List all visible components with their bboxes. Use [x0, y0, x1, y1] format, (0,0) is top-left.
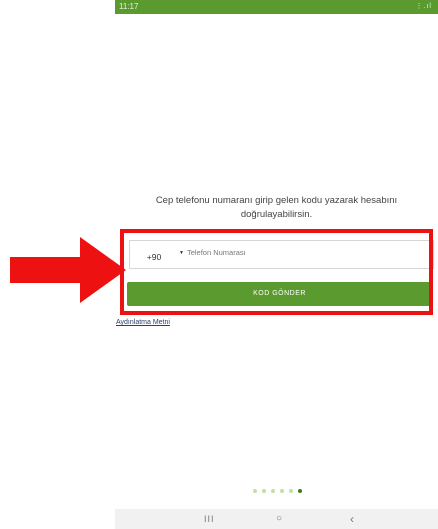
pagination-dot: [262, 489, 266, 493]
pagination-dot: [271, 489, 275, 493]
disclosure-text-link[interactable]: Aydınlatma Metni: [116, 319, 170, 326]
send-code-button[interactable]: KOD GÖNDER: [127, 282, 432, 306]
pagination-dot: [280, 489, 284, 493]
status-time: 11:17: [119, 2, 139, 11]
android-nav-bar: III ○ ‹: [115, 509, 438, 529]
instruction-text: Cep telefonu numaranı girip gelen kodu y…: [155, 195, 398, 220]
pagination-dot: [289, 489, 293, 493]
app-screen: 11:17 ⋮.ıl Cep telefonu numaranı girip g…: [115, 0, 438, 529]
status-bar: 11:17 ⋮.ıl: [115, 0, 438, 14]
pagination-dot: [253, 489, 257, 493]
red-arrow-icon: [10, 237, 126, 303]
home-button[interactable]: ○: [276, 509, 282, 529]
phone-input-row: +90 ▼: [129, 240, 434, 269]
pagination-dot: [298, 489, 302, 493]
phone-number-input[interactable]: [186, 248, 407, 257]
country-code-selector[interactable]: +90: [130, 252, 178, 262]
caret-down-icon[interactable]: ▼: [179, 250, 184, 256]
pagination-dots: [253, 489, 302, 493]
back-button[interactable]: ‹: [350, 509, 354, 529]
recent-apps-button[interactable]: III: [204, 509, 215, 529]
signal-wifi-icon: ⋮.ıl: [415, 3, 432, 10]
